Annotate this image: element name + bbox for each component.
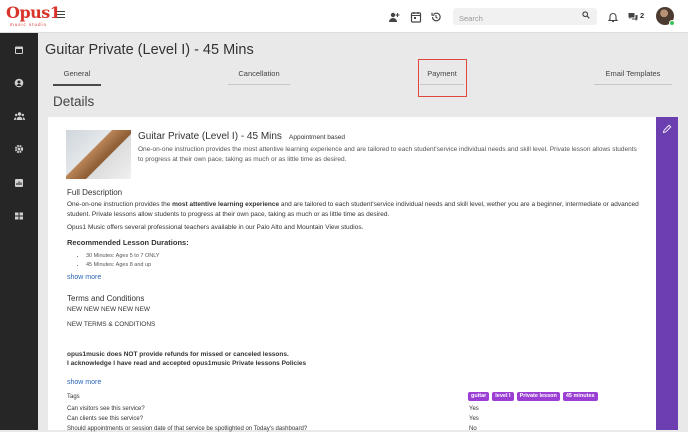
terms-line-1: NEW NEW NEW NEW NEW [67, 306, 151, 313]
history-icon[interactable] [430, 11, 442, 23]
sidebar-gear-icon[interactable] [13, 144, 25, 156]
avatar[interactable] [656, 7, 675, 26]
sidebar-users-icon[interactable] [13, 111, 25, 123]
tab-general-label: General [63, 69, 91, 78]
clients-visibility-answer: Yes [469, 416, 479, 422]
add-user-icon[interactable] [388, 11, 400, 23]
tags-label: Tags [67, 394, 80, 400]
list-item: 30 Minutes: Ages 5 to 7 ONLY [86, 252, 160, 261]
payment-tab-highlight [418, 59, 467, 97]
list-item: 45 Minutes: Ages 8 and up [86, 261, 160, 270]
durations-heading: Recommended Lesson Durations: [67, 238, 189, 247]
tab-cancellation-label: Cancellation [238, 69, 280, 78]
tag-badge: guitar [468, 392, 490, 401]
pencil-icon[interactable] [662, 124, 672, 136]
visitors-visibility-answer: Yes [469, 406, 479, 412]
online-status-dot [669, 20, 675, 26]
clients-visibility-question: Can clients see this service? [67, 416, 144, 422]
tag-badge: level I [492, 392, 514, 401]
tag-badge: Private lesson [516, 392, 560, 401]
page-title: Guitar Private (Level I) - 45 Mins [45, 42, 254, 58]
calendar-icon[interactable] [410, 11, 422, 23]
sidebar-calendar-icon[interactable] [13, 45, 25, 57]
terms-heading: Terms and Conditions [67, 294, 145, 303]
durations-list: 30 Minutes: Ages 5 to 7 ONLY 45 Minutes:… [78, 252, 160, 270]
sidebar-chart-icon[interactable] [13, 178, 25, 190]
tag-badge: 45 minutes [562, 392, 598, 401]
menu-icon[interactable] [57, 11, 65, 19]
tab-cancellation[interactable]: Cancellation [228, 66, 290, 86]
search-icon[interactable] [582, 11, 590, 21]
service-type: Appointment based [289, 134, 346, 141]
terms-acknowledgement: I acknowledge I have read and accepted o… [67, 360, 307, 367]
edit-panel[interactable] [656, 117, 678, 430]
search-box[interactable] [453, 8, 597, 27]
tab-general[interactable]: General [53, 66, 101, 86]
tab-email-templates[interactable]: Email Templates [594, 66, 672, 86]
show-more-link[interactable]: show more [67, 274, 101, 281]
full-description-paragraph-2: Opus1 Music offers several professional … [67, 224, 364, 231]
opus1-logo[interactable]: Opus1 music studio [6, 4, 61, 28]
service-name: Guitar Private (Level I) - 45 Mins [138, 131, 282, 142]
tags-list: guitar level I Private lesson 45 minutes [468, 392, 601, 402]
logo-subtitle: music studio [10, 22, 48, 27]
details-card: Guitar Private (Level I) - 45 Mins Appoi… [48, 117, 678, 432]
search-input[interactable] [453, 10, 573, 27]
logo-text: Opus1 [6, 3, 61, 22]
message-count-badge: 2 [640, 11, 645, 20]
spotlight-question: Should appointments or session date of t… [67, 426, 308, 432]
tab-bar: General Cancellation Payment Email Templ… [45, 66, 676, 86]
terms-line-2: NEW TERMS & CONDITIONS [67, 321, 156, 328]
full-description-text: One-on-one instruction provides the most… [67, 200, 647, 219]
sidebar [0, 33, 38, 430]
service-image [66, 130, 131, 179]
tab-email-templates-label: Email Templates [605, 69, 661, 78]
sidebar-user-icon[interactable] [13, 78, 25, 90]
short-description: One-on-one instruction provides the most… [138, 146, 637, 163]
bell-icon[interactable] [607, 11, 619, 23]
show-more-link[interactable]: show more [67, 379, 101, 386]
visitors-visibility-question: Can visitors see this service? [67, 406, 145, 412]
sidebar-grid-icon[interactable] [13, 211, 25, 223]
spotlight-answer: No [469, 426, 477, 432]
chat-icon[interactable] [627, 11, 639, 23]
full-description-heading: Full Description [67, 188, 123, 197]
full-desc-part1: One-on-one instruction provides the [67, 201, 173, 208]
section-title: Details [53, 94, 95, 109]
full-desc-bold: most attentive learning experience [172, 201, 280, 208]
top-bar: Opus1 music studio 2 [0, 0, 688, 33]
